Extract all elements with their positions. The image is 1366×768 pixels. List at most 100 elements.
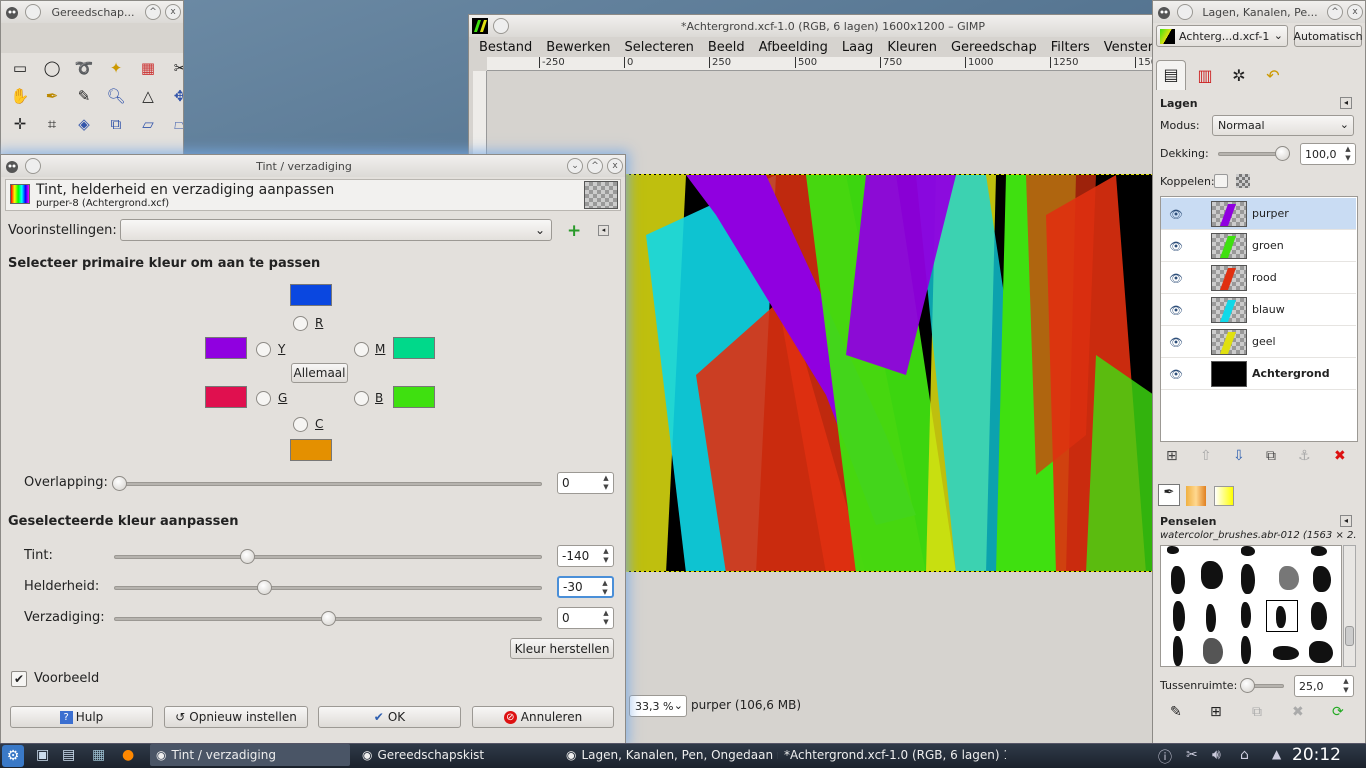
opacity-slider[interactable] bbox=[1218, 146, 1290, 161]
visibility-eye-icon[interactable]: 👁︎ bbox=[1169, 272, 1183, 285]
saturation-slider[interactable] bbox=[114, 611, 542, 626]
delete-brush-icon[interactable]: ✖ bbox=[1292, 704, 1304, 720]
dialog-minimize-button[interactable]: ⌄ bbox=[567, 158, 583, 174]
kde-menu-icon[interactable]: ⚙ bbox=[2, 745, 24, 767]
opacity-slider-knob[interactable] bbox=[1275, 146, 1290, 161]
menu-filters[interactable]: Filters bbox=[1051, 40, 1090, 55]
task-layers[interactable]: ◉ Lagen, Kanalen, Pen, Ongedaan ma bbox=[560, 744, 778, 766]
brush-scrollbar[interactable] bbox=[1343, 545, 1356, 667]
hue-spinner[interactable]: -140 ▲ ▼ bbox=[557, 545, 614, 567]
layers-tab-icon[interactable]: ▤ bbox=[1156, 60, 1186, 90]
spacing-slider[interactable] bbox=[1240, 678, 1284, 693]
menu-beeld[interactable]: Beeld bbox=[708, 40, 745, 55]
layers-dock-menu-button[interactable] bbox=[1177, 4, 1193, 20]
menu-kleuren[interactable]: Kleuren bbox=[887, 40, 937, 55]
clock[interactable]: 20:12 bbox=[1292, 745, 1341, 765]
presets-select[interactable]: ⌄ bbox=[120, 219, 552, 241]
crop-tool-icon[interactable]: ⌗ bbox=[37, 111, 67, 137]
rotate-tool-icon[interactable]: ◈ bbox=[69, 111, 99, 137]
visibility-eye-icon[interactable]: 👁︎ bbox=[1169, 208, 1183, 221]
hue-slider[interactable] bbox=[114, 549, 542, 564]
reset-button[interactable]: ↺ Opnieuw instellen bbox=[164, 706, 308, 728]
lightness-slider-knob[interactable] bbox=[257, 580, 273, 595]
visibility-eye-icon[interactable]: 👁︎ bbox=[1169, 304, 1183, 317]
toolbox-titlebar[interactable]: Gereedschap... ^ x bbox=[1, 1, 183, 23]
delete-layer-icon[interactable]: ✖ bbox=[1334, 448, 1346, 464]
radio-g-label[interactable]: G bbox=[278, 391, 287, 405]
undo-tab-icon[interactable]: ↶ bbox=[1258, 62, 1288, 90]
ok-button[interactable]: ✔ OK bbox=[318, 706, 461, 728]
refresh-brushes-icon[interactable]: ⟳ bbox=[1332, 704, 1344, 720]
layers-dock-close-button[interactable]: x bbox=[1347, 4, 1363, 20]
image-canvas[interactable] bbox=[626, 174, 1154, 572]
reset-color-button[interactable]: Kleur herstellen bbox=[510, 638, 614, 659]
new-brush-icon[interactable]: ⊞ bbox=[1210, 704, 1222, 720]
image-window-menu-button[interactable] bbox=[493, 18, 509, 34]
raise-layer-icon[interactable]: ⇧ bbox=[1200, 448, 1212, 464]
cancel-button[interactable]: ⊘ Annuleren bbox=[472, 706, 614, 728]
move-tool-icon[interactable]: ✥ bbox=[165, 83, 183, 109]
saturation-spinner[interactable]: 0 ▲ ▼ bbox=[557, 607, 614, 629]
measure-tool-icon[interactable]: △ bbox=[133, 83, 163, 109]
spacing-spinner[interactable]: 25,0 ▲ ▼ bbox=[1294, 675, 1354, 697]
menu-bestand[interactable]: Bestand bbox=[479, 40, 532, 55]
perspective-tool-icon[interactable]: ⏢ bbox=[165, 111, 183, 137]
radio-r[interactable] bbox=[293, 316, 308, 331]
layer-row[interactable]: 👁︎ blauw bbox=[1161, 294, 1356, 326]
info-icon[interactable]: ⓘ bbox=[1158, 747, 1172, 767]
radio-g[interactable] bbox=[256, 391, 271, 406]
radio-m-label[interactable]: M bbox=[375, 342, 385, 356]
paths-tool-icon[interactable]: ✒ bbox=[37, 83, 67, 109]
preset-menu-icon[interactable]: ◂ bbox=[598, 225, 609, 236]
anchor-layer-icon[interactable]: ⚓︎ bbox=[1298, 448, 1311, 464]
radio-r-label[interactable]: R bbox=[315, 316, 323, 330]
tray-expand-icon[interactable]: ▲ bbox=[1272, 747, 1281, 761]
add-preset-icon[interactable]: + bbox=[567, 221, 581, 241]
firefox-icon[interactable]: ● bbox=[122, 747, 134, 763]
help-button[interactable]: ? Hulp bbox=[10, 706, 153, 728]
menu-bewerken[interactable]: Bewerken bbox=[546, 40, 610, 55]
hue-slider-knob[interactable] bbox=[240, 549, 256, 564]
volume-icon[interactable]: 🔊︎ bbox=[1212, 747, 1221, 763]
zoom-select[interactable]: 33,3 % ⌄ bbox=[629, 695, 687, 717]
task-hue-saturation[interactable]: ◉ Tint / verzadiging bbox=[150, 744, 350, 766]
task-image-window[interactable]: *Achtergrond.xcf-1.0 (RGB, 6 lagen) 1 bbox=[780, 744, 1006, 766]
lightness-slider[interactable] bbox=[114, 580, 542, 595]
visibility-eye-icon[interactable]: 👁︎ bbox=[1169, 336, 1183, 349]
radio-c-label[interactable]: C bbox=[315, 417, 323, 431]
edit-brush-icon[interactable]: ✎ bbox=[1170, 704, 1182, 720]
layer-row[interactable]: 👁︎ Achtergrond bbox=[1161, 358, 1356, 390]
radio-m[interactable] bbox=[354, 342, 369, 357]
duplicate-brush-icon[interactable]: ⧉ bbox=[1252, 704, 1262, 720]
scale-tool-icon[interactable]: ⧉ bbox=[101, 111, 131, 137]
foreground-select-tool-icon[interactable]: ✋ bbox=[5, 83, 35, 109]
fuzzy-select-tool-icon[interactable]: ✦ bbox=[101, 55, 131, 81]
lower-layer-icon[interactable]: ⇩ bbox=[1233, 448, 1245, 464]
visibility-eye-icon[interactable]: 👁︎ bbox=[1169, 240, 1183, 253]
panel-menu-icon[interactable]: ◂ bbox=[1340, 515, 1352, 527]
brush-grid[interactable] bbox=[1160, 545, 1342, 667]
color-select-tool-icon[interactable]: ▦ bbox=[133, 55, 163, 81]
saturation-slider-knob[interactable] bbox=[321, 611, 336, 626]
radio-y-label[interactable]: Y bbox=[278, 342, 285, 356]
preview-checkbox[interactable]: ✔ bbox=[11, 671, 27, 687]
ellipse-select-tool-icon[interactable]: ◯ bbox=[37, 55, 67, 81]
radio-b[interactable] bbox=[354, 391, 369, 406]
menu-selecteren[interactable]: Selecteren bbox=[624, 40, 693, 55]
rect-select-tool-icon[interactable]: ▭ bbox=[5, 55, 35, 81]
radio-c[interactable] bbox=[293, 417, 308, 432]
layer-row[interactable]: 👁︎ purper bbox=[1161, 198, 1356, 230]
lasso-tool-icon[interactable]: ➰ bbox=[69, 55, 99, 81]
image-select[interactable]: Achterg...d.xcf-1 ⌄ bbox=[1156, 25, 1288, 47]
dialog-maximize-button[interactable]: ^ bbox=[587, 158, 603, 174]
menu-afbeelding[interactable]: Afbeelding bbox=[759, 40, 828, 55]
menu-laag[interactable]: Laag bbox=[842, 40, 873, 55]
dialog-titlebar[interactable]: Tint / verzadiging ⌄ ^ x bbox=[1, 155, 625, 177]
shear-tool-icon[interactable]: ▱ bbox=[133, 111, 163, 137]
toolbox-maximize-button[interactable]: ^ bbox=[145, 4, 161, 20]
opacity-spinner[interactable]: 100,0 ▲ ▼ bbox=[1300, 143, 1356, 165]
menu-gereedschap[interactable]: Gereedschap bbox=[951, 40, 1037, 55]
radio-b-label[interactable]: B bbox=[375, 391, 383, 405]
file-manager-icon[interactable]: ▦ bbox=[92, 747, 105, 763]
layer-row[interactable]: 👁︎ groen bbox=[1161, 230, 1356, 262]
